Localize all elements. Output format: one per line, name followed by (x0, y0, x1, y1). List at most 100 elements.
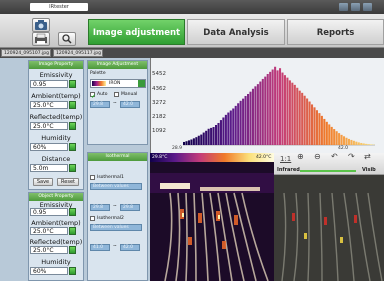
isothermal1-checkbox[interactable] (90, 175, 95, 180)
camera-icon[interactable] (32, 18, 50, 32)
object-reflected-field[interactable]: 25.0°C (30, 246, 68, 254)
histogram-bar (308, 101, 311, 145)
minimize-icon[interactable] (339, 3, 348, 11)
histogram-bar (229, 110, 232, 145)
histogram-bar (328, 124, 331, 145)
object-humidity-stepper[interactable] (69, 267, 76, 275)
print-icon[interactable] (32, 32, 50, 46)
reset-button[interactable]: Reset (57, 178, 79, 186)
object-emissivity-stepper[interactable] (69, 208, 76, 216)
manual-checkbox[interactable] (114, 92, 119, 97)
zoom-out-icon[interactable]: ⊖ (314, 152, 321, 161)
histogram-bar (315, 110, 318, 145)
ambient-field[interactable]: 25.0°C (30, 101, 68, 109)
isothermal2-from-field[interactable]: 41.0 (90, 244, 110, 251)
range-dash: ~ (113, 244, 117, 249)
zoom-1to1-button[interactable]: 1:1 (280, 155, 291, 163)
visible-label: Visib (362, 167, 376, 173)
x-axis-min-label: 28.9 (172, 146, 183, 151)
y-tick-label: 3272 (152, 100, 166, 106)
humidity-field[interactable]: 60% (30, 143, 68, 151)
histogram-bar (274, 66, 277, 145)
isothermal2-checkbox[interactable] (90, 216, 95, 221)
auto-checkbox[interactable] (90, 92, 95, 98)
histogram-bar (239, 100, 242, 145)
max-temp-field[interactable]: 42.0 (120, 101, 140, 108)
tab-reports[interactable]: Reports (287, 19, 384, 45)
histogram-bar (325, 121, 328, 145)
chevron-down-icon (138, 80, 145, 87)
histogram-bar (227, 112, 230, 145)
rotate-right-icon[interactable]: ↷ (348, 152, 355, 161)
palette-select[interactable]: IRON (90, 79, 146, 88)
infrared-label: Infrared (277, 167, 300, 173)
isothermal1-from-field[interactable]: 29.8 (90, 204, 110, 211)
range-dash: ~ (113, 101, 117, 106)
thermal-image-render (150, 153, 274, 281)
histogram-bar (367, 144, 370, 145)
histogram-bar (232, 108, 235, 145)
file-tab[interactable]: 120924_095117.jpg (53, 49, 103, 57)
app-title: IRtester (30, 3, 88, 11)
histogram-bar (264, 76, 267, 145)
emissivity-stepper[interactable] (69, 80, 76, 88)
reflected-field[interactable]: 25.0°C (30, 122, 68, 130)
isothermal1-mode-select[interactable]: Between values (90, 183, 142, 190)
y-tick-label: 4362 (152, 86, 166, 92)
object-ambient-label: Ambient(temp) (31, 219, 81, 227)
histogram-bar (335, 131, 338, 145)
histogram-bar (249, 91, 252, 145)
search-icon[interactable] (58, 32, 76, 46)
auto-label: Auto (97, 92, 108, 97)
close-icon[interactable] (363, 3, 372, 11)
blend-slider[interactable] (300, 170, 356, 172)
tab-data-analysis[interactable]: Data Analysis (187, 19, 285, 45)
histogram-bar (210, 127, 213, 145)
histogram-bar (306, 98, 309, 145)
isothermal2-mode-select[interactable]: Between values (90, 224, 142, 231)
tab-image-adjustment[interactable]: Image adjustment (88, 19, 185, 45)
histogram-bar (283, 75, 286, 145)
object-emissivity-field[interactable]: 0.95 (30, 208, 68, 216)
distance-field[interactable]: 5.0m (30, 164, 68, 172)
range-dash: ~ (113, 204, 117, 209)
histogram-bar (247, 93, 250, 145)
histogram-bar (219, 120, 222, 145)
flip-icon[interactable]: ⇄ (364, 152, 371, 161)
ambient-stepper[interactable] (69, 101, 76, 109)
histogram-bar (370, 144, 373, 145)
zoom-in-icon[interactable]: ⊕ (297, 152, 304, 161)
maximize-icon[interactable] (351, 3, 360, 11)
histogram-chart (183, 66, 375, 146)
histogram-bar (251, 88, 254, 145)
distance-stepper[interactable] (69, 164, 76, 172)
histogram-bar (318, 113, 321, 145)
scale-max-label: 42.0°C (256, 155, 272, 160)
histogram-bar (271, 69, 274, 145)
rotate-left-icon[interactable]: ↶ (331, 152, 338, 161)
histogram-bar (261, 78, 264, 145)
histogram-bar (291, 82, 294, 145)
emissivity-field[interactable]: 0.95 (30, 80, 68, 88)
min-temp-field[interactable]: 29.8 (90, 101, 110, 108)
object-humidity-label: Humidity (41, 258, 71, 266)
object-humidity-field[interactable]: 60% (30, 267, 68, 275)
file-tab[interactable]: 120924_095107.jpg (1, 49, 51, 57)
isothermal2-to-field[interactable]: 42.0 (120, 244, 140, 251)
histogram-bar (183, 141, 186, 145)
isothermal1-to-field[interactable]: 29.8 (120, 204, 140, 211)
thermal-image[interactable] (150, 153, 274, 281)
histogram-bar (365, 143, 368, 145)
histogram-bar (279, 68, 282, 145)
histogram-bar (242, 98, 245, 145)
object-ambient-field[interactable]: 25.0°C (30, 227, 68, 235)
histogram-bar (357, 142, 360, 145)
panel-header: Image Property (29, 61, 83, 69)
object-reflected-stepper[interactable] (69, 246, 76, 254)
save-button[interactable]: Save (33, 178, 53, 186)
object-ambient-stepper[interactable] (69, 227, 76, 235)
histogram-bar (254, 86, 257, 145)
histogram-bar (222, 117, 225, 145)
reflected-stepper[interactable] (69, 122, 76, 130)
humidity-stepper[interactable] (69, 143, 76, 151)
